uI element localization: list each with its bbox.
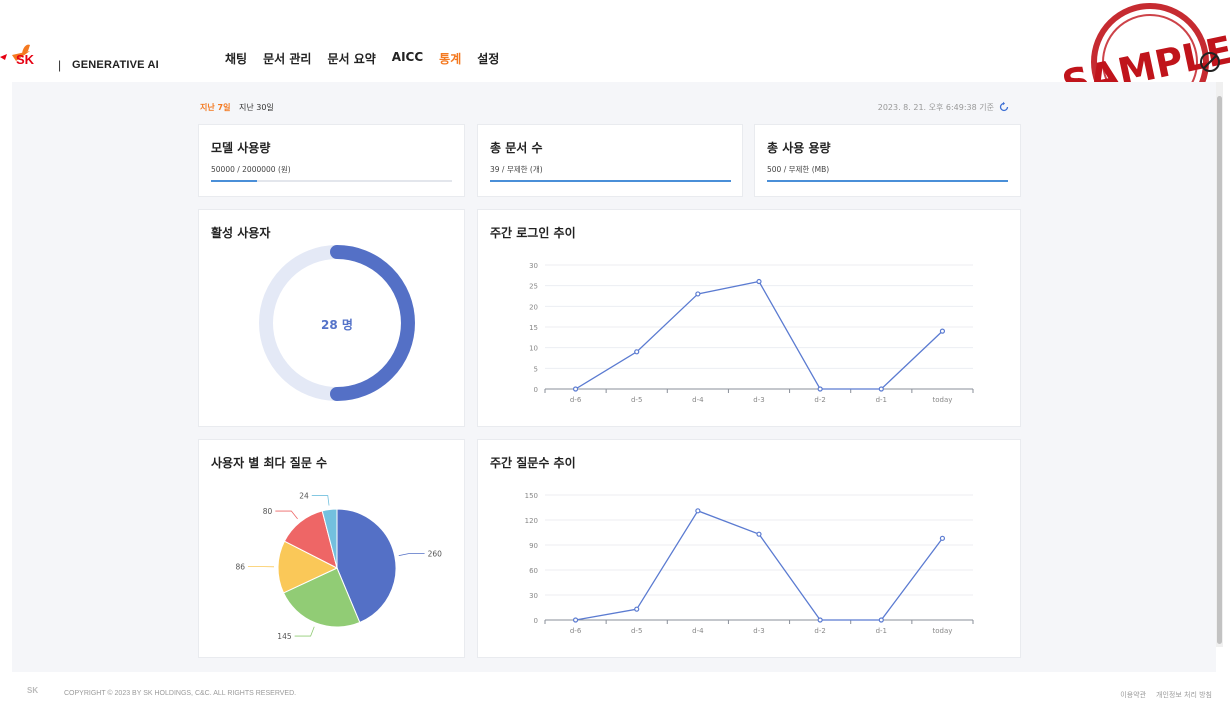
- y-tick-label: 30: [529, 592, 538, 600]
- pie-label: 86: [235, 563, 245, 572]
- data-point: [572, 617, 579, 623]
- data-point: [695, 508, 701, 514]
- app-header: SK | GENERATIVE AI 채팅 문서 관리 문서 요약 AICC 통계 설정 …: [0, 0, 1230, 121]
- model-usage-card: 모델 사용량 50000 / 2000000 (원): [198, 124, 465, 197]
- refresh-icon[interactable]: [998, 101, 1010, 113]
- x-tick-label: today: [932, 396, 952, 404]
- x-tick-label: d-3: [753, 396, 764, 404]
- pie-label: 260: [428, 550, 443, 559]
- x-tick-label: d-1: [876, 396, 887, 404]
- data-point: [939, 328, 946, 334]
- copyright-text: COPYRIGHT © 2023 BY SK HOLDINGS, C&C. AL…: [64, 690, 297, 697]
- x-tick-label: d-3: [753, 627, 764, 635]
- docs-progress-track: [490, 180, 731, 182]
- docs-progress-fill: [490, 180, 731, 182]
- pie-label-line: [275, 510, 298, 520]
- data-point: [817, 617, 823, 623]
- y-tick-label: 5: [534, 365, 538, 373]
- data-point: [878, 617, 884, 623]
- pie-label: 80: [263, 507, 273, 516]
- total-storage-card: 총 사용 용량 500 / 무제한 (MB): [754, 124, 1021, 197]
- x-tick-label: d-5: [631, 627, 642, 635]
- active-users-card: 활성 사용자 28 명: [198, 209, 465, 427]
- data-point: [756, 531, 762, 537]
- question-trend-card: 주간 질문수 추이 0 30 60 90 120 150 d-6 d-5 d-4 d-3 d-2 d-…: [477, 439, 1021, 658]
- question-trend-chart: 0 30 60 90 120 150 d-6 d-5 d-4 d-3 d-2 d-1 today: [525, 492, 974, 635]
- card-subtitle: 50000 / 2000000 (원): [211, 165, 291, 174]
- data-point: [878, 386, 884, 392]
- x-tick-label: today: [932, 627, 952, 635]
- nav-item-5[interactable]: 설정: [477, 50, 499, 67]
- storage-progress-fill: [767, 180, 1008, 182]
- card-subtitle: 500 / 무제한 (MB): [767, 165, 830, 174]
- y-tick-label: 0: [534, 617, 538, 625]
- x-tick-label: d-4: [692, 396, 704, 404]
- data-point: [634, 349, 640, 355]
- nav-item-3[interactable]: AICC: [392, 50, 423, 67]
- timestamp-text: 2023. 8. 21. 오후 6:49:38 기준: [877, 102, 994, 112]
- x-tick-label: d-2: [814, 627, 825, 635]
- y-tick-label: 15: [529, 324, 538, 332]
- data-point: [634, 606, 640, 612]
- data-point: [572, 386, 579, 392]
- series-line: [575, 510, 943, 621]
- nav-item-0[interactable]: 채팅: [225, 50, 247, 67]
- total-docs-card: 총 문서 수 39 / 무제한 (개): [477, 124, 743, 197]
- scrollbar-thumb[interactable]: [1217, 96, 1222, 644]
- y-tick-label: 25: [529, 283, 538, 291]
- period-selector: 지난 7일 지난 30일: [200, 102, 280, 113]
- x-tick-label: d-5: [631, 396, 642, 404]
- page-footer: [0, 672, 1230, 704]
- login-trend-card: 주간 로그인 추이 0 5 10 15 20 25 30 d-6 d-5 d-4 d-3 d-2 d-1…: [477, 209, 1021, 427]
- x-tick-label: d-6: [570, 627, 582, 635]
- x-tick-label: d-4: [692, 627, 704, 635]
- usage-progress-fill: [211, 180, 257, 182]
- pie-label-line: [294, 626, 315, 637]
- y-tick-label: 0: [534, 386, 538, 394]
- data-point: [939, 535, 946, 541]
- privacy-link[interactable]: 개인정보 처리 방침: [1156, 690, 1212, 700]
- nav-item-2[interactable]: 문서 요약: [327, 50, 375, 67]
- pie-label: 24: [299, 492, 309, 501]
- pie-label-line: [311, 495, 330, 506]
- series-line: [575, 280, 943, 390]
- period-7days[interactable]: 지난 7일: [200, 103, 230, 112]
- card-subtitle: 39 / 무제한 (개): [490, 165, 543, 174]
- data-point: [756, 278, 762, 285]
- updated-timestamp: 2023. 8. 21. 오후 6:49:38 기준: [878, 101, 1010, 113]
- footer-links: 이용약관 개인정보 처리 방침: [1120, 690, 1212, 700]
- nav-item-1[interactable]: 문서 관리: [263, 50, 311, 67]
- x-tick-label: d-2: [814, 396, 825, 404]
- login-trend-chart: 0 5 10 15 20 25 30 d-6 d-5 d-4 d-3 d-2 d-1 today: [529, 262, 974, 404]
- x-tick-label: d-6: [570, 396, 582, 404]
- y-tick-label: 60: [529, 567, 538, 575]
- footer-logo: SK: [27, 686, 39, 695]
- main-nav: 채팅 문서 관리 문서 요약 AICC 통계 설정: [225, 50, 515, 67]
- user-questions-pie: 260 145 86 80 24: [235, 492, 443, 641]
- pie-label: 145: [277, 632, 292, 641]
- period-30days[interactable]: 지난 30일: [239, 103, 274, 112]
- active-users-value: 28 명: [321, 318, 353, 332]
- x-tick-label: d-1: [876, 627, 887, 635]
- usage-progress-track: [211, 180, 452, 182]
- y-tick-label: 30: [529, 262, 538, 270]
- pie-label-line: [398, 553, 425, 556]
- data-point: [695, 291, 701, 297]
- y-tick-label: 150: [525, 492, 538, 500]
- brand-separator: |: [58, 58, 62, 72]
- terms-link[interactable]: 이용약관: [1120, 690, 1146, 700]
- y-tick-label: 90: [529, 542, 538, 550]
- card-title: 총 문서 수: [490, 141, 543, 155]
- data-point: [817, 386, 823, 392]
- storage-progress-track: [767, 180, 1008, 182]
- user-questions-card: 사용자 별 최다 질문 수 260 145 86 80 24: [198, 439, 465, 658]
- y-tick-label: 20: [529, 303, 538, 311]
- card-title: 총 사용 용량: [767, 141, 831, 155]
- nav-item-4[interactable]: 통계: [439, 50, 461, 67]
- y-tick-label: 120: [525, 517, 538, 525]
- y-tick-label: 10: [529, 345, 538, 353]
- card-title: 모델 사용량: [211, 141, 271, 155]
- brand-name: GENERATIVE AI: [72, 59, 159, 71]
- logo-text[interactable]: SK: [16, 52, 34, 67]
